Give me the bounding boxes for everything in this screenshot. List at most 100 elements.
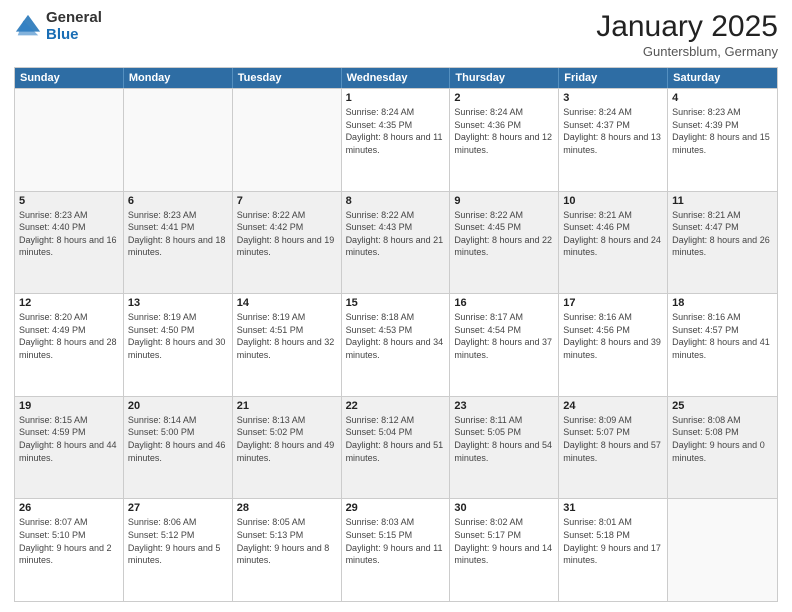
day-info: Sunrise: 8:21 AMSunset: 4:46 PMDaylight:… [563, 209, 663, 259]
calendar-cell: 29 Sunrise: 8:03 AMSunset: 5:15 PMDayligh… [342, 499, 451, 601]
logo-text: General Blue [46, 10, 102, 43]
day-number: 13 [128, 297, 228, 309]
day-of-week-header: Thursday [450, 68, 559, 88]
day-number: 9 [454, 195, 554, 207]
day-number: 21 [237, 400, 337, 412]
day-info: Sunrise: 8:09 AMSunset: 5:07 PMDaylight:… [563, 414, 663, 464]
calendar-cell: 26Sunrise: 8:07 AMSunset: 5:10 PMDayligh… [15, 499, 124, 601]
day-info: Sunrise: 8:16 AMSunset: 4:57 PMDaylight:… [672, 311, 773, 361]
day-number: 28 [237, 502, 337, 514]
day-info: Sunrise: 8:22 AMSunset: 4:42 PMDaylight:… [237, 209, 337, 259]
calendar-cell: 3 Sunrise: 8:24 AMSunset: 4:37 PMDaylight… [559, 89, 668, 191]
calendar-cell: 4Sunrise: 8:23 AMSunset: 4:39 PMDaylight… [668, 89, 777, 191]
day-info: Sunrise: 8:02 AMSunset: 5:17 PMDaylight:… [454, 516, 554, 566]
calendar-cell: 24 Sunrise: 8:09 AMSunset: 5:07 PMDayligh… [559, 397, 668, 499]
calendar-cell [124, 89, 233, 191]
day-info: Sunrise: 8:22 AMSunset: 4:43 PMDaylight:… [346, 209, 446, 259]
calendar-cell: 2 Sunrise: 8:24 AMSunset: 4:36 PMDaylight… [450, 89, 559, 191]
day-number: 24 [563, 400, 663, 412]
calendar: SundayMondayTuesdayWednesdayThursdayFrid… [14, 67, 778, 602]
day-of-week-header: Wednesday [342, 68, 451, 88]
calendar-cell: 15 Sunrise: 8:18 AMSunset: 4:53 PMDayligh… [342, 294, 451, 396]
day-of-week-header: Sunday [15, 68, 124, 88]
calendar-cell: 31 Sunrise: 8:01 AMSunset: 5:18 PMDayligh… [559, 499, 668, 601]
main-title: January 2025 [596, 10, 778, 44]
day-info: Sunrise: 8:11 AMSunset: 5:05 PMDaylight:… [454, 414, 554, 464]
day-number: 31 [563, 502, 663, 514]
day-number: 5 [19, 195, 119, 207]
day-info: Sunrise: 8:24 AMSunset: 4:37 PMDaylight:… [563, 106, 663, 156]
calendar-week: 26Sunrise: 8:07 AMSunset: 5:10 PMDayligh… [15, 498, 777, 601]
day-info: Sunrise: 8:01 AMSunset: 5:18 PMDaylight:… [563, 516, 663, 566]
logo-general: General [46, 10, 102, 27]
day-number: 30 [454, 502, 554, 514]
calendar-week: 19Sunrise: 8:15 AMSunset: 4:59 PMDayligh… [15, 396, 777, 499]
calendar-cell: 1Sunrise: 8:24 AMSunset: 4:35 PMDaylight… [342, 89, 451, 191]
day-number: 17 [563, 297, 663, 309]
calendar-cell [233, 89, 342, 191]
page-container: General Blue January 2025 Guntersblum, G… [0, 0, 792, 612]
day-number: 20 [128, 400, 228, 412]
day-info: Sunrise: 8:13 AMSunset: 5:02 PMDaylight:… [237, 414, 337, 464]
day-number: 12 [19, 297, 119, 309]
day-info: Sunrise: 8:19 AMSunset: 4:51 PMDaylight:… [237, 311, 337, 361]
calendar-cell: 21 Sunrise: 8:13 AMSunset: 5:02 PMDayligh… [233, 397, 342, 499]
day-info: Sunrise: 8:17 AMSunset: 4:54 PMDaylight:… [454, 311, 554, 361]
day-info: Sunrise: 8:12 AMSunset: 5:04 PMDaylight:… [346, 414, 446, 464]
calendar-cell: 30 Sunrise: 8:02 AMSunset: 5:17 PMDayligh… [450, 499, 559, 601]
day-number: 18 [672, 297, 773, 309]
day-number: 11 [672, 195, 773, 207]
calendar-cell: 9 Sunrise: 8:22 AMSunset: 4:45 PMDaylight… [450, 192, 559, 294]
calendar-cell: 18 Sunrise: 8:16 AMSunset: 4:57 PMDayligh… [668, 294, 777, 396]
day-info: Sunrise: 8:21 AMSunset: 4:47 PMDaylight:… [672, 209, 773, 259]
calendar-week: 1Sunrise: 8:24 AMSunset: 4:35 PMDaylight… [15, 88, 777, 191]
day-number: 4 [672, 92, 773, 104]
day-of-week-header: Saturday [668, 68, 777, 88]
logo: General Blue [14, 10, 102, 43]
calendar-cell: 5 Sunrise: 8:23 AMSunset: 4:40 PMDaylight… [15, 192, 124, 294]
day-info: Sunrise: 8:24 AMSunset: 4:36 PMDaylight:… [454, 106, 554, 156]
day-info: Sunrise: 8:15 AMSunset: 4:59 PMDaylight:… [19, 414, 119, 464]
day-info: Sunrise: 8:22 AMSunset: 4:45 PMDaylight:… [454, 209, 554, 259]
day-number: 25 [672, 400, 773, 412]
day-info: Sunrise: 8:20 AMSunset: 4:49 PMDaylight:… [19, 311, 119, 361]
day-number: 27 [128, 502, 228, 514]
day-info: Sunrise: 8:23 AMSunset: 4:41 PMDaylight:… [128, 209, 228, 259]
calendar-cell: 16 Sunrise: 8:17 AMSunset: 4:54 PMDayligh… [450, 294, 559, 396]
day-of-week-header: Tuesday [233, 68, 342, 88]
calendar-cell: 10 Sunrise: 8:21 AMSunset: 4:46 PMDayligh… [559, 192, 668, 294]
day-info: Sunrise: 8:18 AMSunset: 4:53 PMDaylight:… [346, 311, 446, 361]
day-number: 1 [346, 92, 446, 104]
day-number: 2 [454, 92, 554, 104]
calendar-cell: 6 Sunrise: 8:23 AMSunset: 4:41 PMDaylight… [124, 192, 233, 294]
calendar-cell: 22Sunrise: 8:12 AMSunset: 5:04 PMDayligh… [342, 397, 451, 499]
day-info: Sunrise: 8:03 AMSunset: 5:15 PMDaylight:… [346, 516, 446, 566]
logo-icon [14, 13, 42, 41]
day-info: Sunrise: 8:14 AMSunset: 5:00 PMDaylight:… [128, 414, 228, 464]
calendar-cell: 28 Sunrise: 8:05 AMSunset: 5:13 PMDayligh… [233, 499, 342, 601]
day-info: Sunrise: 8:16 AMSunset: 4:56 PMDaylight:… [563, 311, 663, 361]
day-number: 6 [128, 195, 228, 207]
day-info: Sunrise: 8:05 AMSunset: 5:13 PMDaylight:… [237, 516, 337, 566]
day-info: Sunrise: 8:07 AMSunset: 5:10 PMDaylight:… [19, 516, 119, 566]
day-number: 29 [346, 502, 446, 514]
day-info: Sunrise: 8:23 AMSunset: 4:40 PMDaylight:… [19, 209, 119, 259]
calendar-cell: 23 Sunrise: 8:11 AMSunset: 5:05 PMDayligh… [450, 397, 559, 499]
day-number: 3 [563, 92, 663, 104]
logo-blue: Blue [46, 27, 102, 44]
calendar-week: 5 Sunrise: 8:23 AMSunset: 4:40 PMDaylight… [15, 191, 777, 294]
day-number: 23 [454, 400, 554, 412]
day-number: 10 [563, 195, 663, 207]
day-info: Sunrise: 8:06 AMSunset: 5:12 PMDaylight:… [128, 516, 228, 566]
calendar-cell: 8Sunrise: 8:22 AMSunset: 4:43 PMDaylight… [342, 192, 451, 294]
day-number: 7 [237, 195, 337, 207]
header: General Blue January 2025 Guntersblum, G… [14, 10, 778, 59]
day-number: 15 [346, 297, 446, 309]
calendar-cell: 25Sunrise: 8:08 AMSunset: 5:08 PMDayligh… [668, 397, 777, 499]
calendar-cell: 7 Sunrise: 8:22 AMSunset: 4:42 PMDaylight… [233, 192, 342, 294]
calendar-cell: 19Sunrise: 8:15 AMSunset: 4:59 PMDayligh… [15, 397, 124, 499]
day-of-week-header: Monday [124, 68, 233, 88]
calendar-cell [668, 499, 777, 601]
calendar-header: SundayMondayTuesdayWednesdayThursdayFrid… [15, 68, 777, 88]
day-number: 16 [454, 297, 554, 309]
